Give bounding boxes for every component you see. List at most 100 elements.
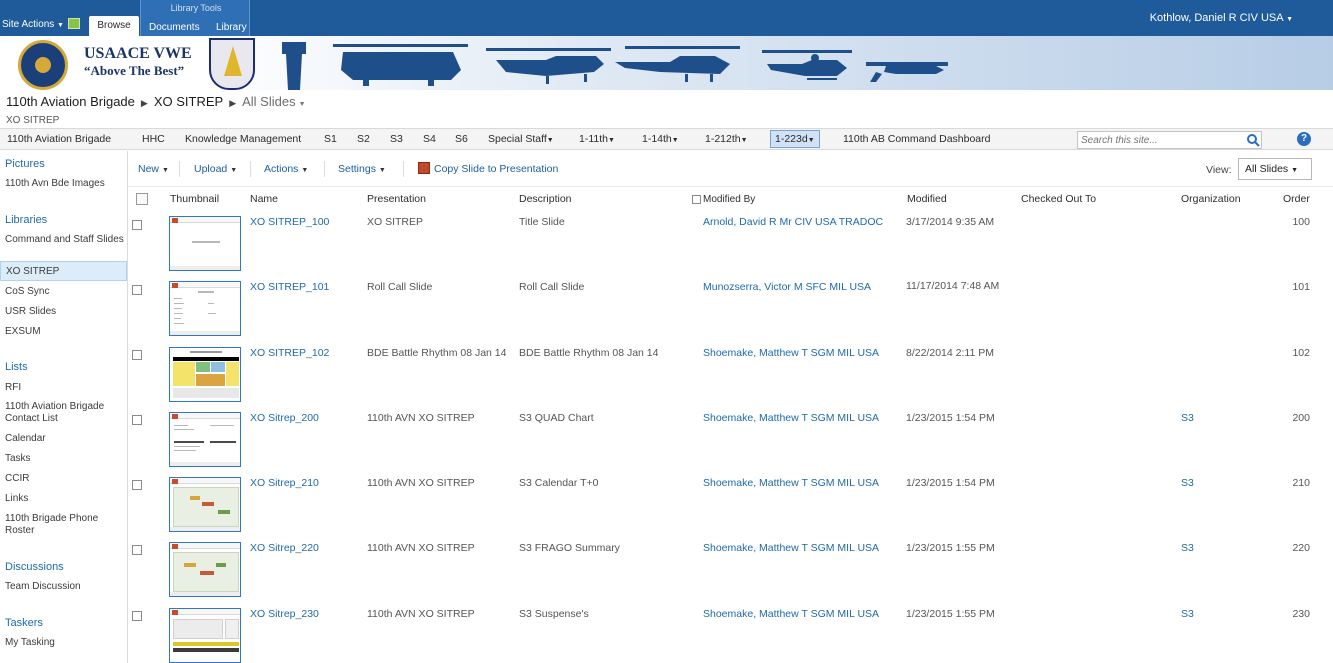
organization-link[interactable]: S3	[1181, 542, 1194, 554]
topnav-item-command-dashboard[interactable]: 110th AB Command Dashboard	[843, 133, 990, 145]
row-checkbox[interactable]	[132, 285, 142, 295]
modified-by-link[interactable]: Munozserra, Victor M SFC MIL USA	[703, 281, 871, 293]
slide-thumbnail[interactable]	[169, 281, 241, 336]
thumbnail-line	[174, 446, 200, 447]
thumbnail-line	[192, 241, 220, 243]
slide-name-link[interactable]: XO Sitrep_220	[250, 542, 319, 554]
nav-item-calendar[interactable]: Calendar	[5, 433, 127, 445]
column-filter-checkbox[interactable]	[692, 195, 701, 204]
nav-item-tasks[interactable]: Tasks	[5, 453, 127, 465]
organization-link[interactable]: S3	[1181, 477, 1194, 489]
modified-by-link[interactable]: Shoemake, Matthew T SGM MIL USA	[703, 542, 879, 554]
breadcrumb-item-view[interactable]: All Slides	[242, 94, 295, 109]
modified-by-link[interactable]: Arnold, David R Mr CIV USA TRADOC	[703, 216, 883, 228]
column-header-modified[interactable]: Modified	[907, 193, 947, 205]
column-header-checked-out-to[interactable]: Checked Out To	[1021, 193, 1096, 205]
slide-thumbnail[interactable]	[169, 216, 241, 271]
site-actions-menu[interactable]: Site Actions ▼	[2, 19, 64, 30]
breadcrumb-item-xo-sitrep[interactable]: XO SITREP	[154, 94, 223, 109]
row-checkbox[interactable]	[132, 545, 142, 555]
breadcrumb-item-brigade[interactable]: 110th Aviation Brigade	[6, 94, 135, 109]
topnav-item-brigade[interactable]: 110th Aviation Brigade	[7, 133, 111, 145]
nav-item-avn-bde-images[interactable]: 110th Avn Bde Images	[5, 178, 127, 190]
slide-name-link[interactable]: XO SITREP_100	[250, 216, 329, 228]
slide-name-link[interactable]: XO Sitrep_230	[250, 608, 319, 620]
actions-menu[interactable]: Actions ▼	[264, 163, 308, 175]
slide-thumbnail[interactable]	[169, 347, 241, 402]
nav-item-xo-sitrep[interactable]: XO SITREP	[0, 261, 127, 281]
row-checkbox[interactable]	[132, 350, 142, 360]
row-checkbox[interactable]	[132, 611, 142, 621]
slide-thumbnail[interactable]	[169, 542, 241, 597]
upload-menu[interactable]: Upload ▼	[194, 163, 237, 175]
nav-item-exsum[interactable]: EXSUM	[5, 326, 127, 338]
nav-item-contact-list[interactable]: 110th Aviation Brigade Contact List	[5, 401, 127, 425]
slide-name-link[interactable]: XO Sitrep_210	[250, 477, 319, 489]
topnav-item-s1[interactable]: S1	[324, 133, 337, 145]
nav-item-phone-roster[interactable]: 110th Brigade Phone Roster	[5, 513, 127, 537]
column-header-presentation[interactable]: Presentation	[367, 193, 426, 205]
topnav-item-hhc[interactable]: HHC	[142, 133, 165, 145]
new-menu[interactable]: New ▼	[138, 163, 169, 175]
column-header-order[interactable]: Order	[1283, 193, 1310, 205]
nav-item-rfi[interactable]: RFI	[5, 382, 127, 394]
search-icon[interactable]	[1246, 133, 1260, 147]
row-checkbox[interactable]	[132, 220, 142, 230]
nav-item-links[interactable]: Links	[5, 493, 127, 505]
nav-item-usr-slides[interactable]: USR Slides	[5, 306, 127, 318]
column-header-organization[interactable]: Organization	[1181, 193, 1241, 205]
nav-item-ccir[interactable]: CCIR	[5, 473, 127, 485]
slide-name-link[interactable]: XO SITREP_102	[250, 347, 329, 359]
topnav-item-s6[interactable]: S6	[455, 133, 468, 145]
modified-by-link[interactable]: Shoemake, Matthew T SGM MIL USA	[703, 347, 879, 359]
topnav-item-1-212th[interactable]: 1-212th▼	[705, 133, 748, 145]
topnav-item-knowledge-management[interactable]: Knowledge Management	[185, 133, 301, 145]
column-header-modified-by[interactable]: Modified By	[703, 194, 755, 205]
select-all-icon[interactable]	[136, 193, 148, 205]
nav-item-command-staff-slides[interactable]: Command and Staff Slides	[5, 234, 127, 246]
slide-thumbnail[interactable]	[169, 608, 241, 663]
view-select[interactable]: All Slides ▼	[1238, 158, 1312, 180]
modified-by-link[interactable]: Shoemake, Matthew T SGM MIL USA	[703, 608, 879, 620]
slide-thumbnail[interactable]	[169, 477, 241, 532]
organization-link[interactable]: S3	[1181, 608, 1194, 620]
topnav-item-s3[interactable]: S3	[390, 133, 403, 145]
row-checkbox[interactable]	[132, 415, 142, 425]
copy-slide-button[interactable]: Copy Slide to Presentation	[434, 163, 558, 175]
nav-item-team-discussion[interactable]: Team Discussion	[5, 581, 127, 593]
slide-thumbnail[interactable]	[169, 412, 241, 467]
nav-heading-pictures[interactable]: Pictures	[5, 158, 45, 170]
user-menu[interactable]: Kothlow, Daniel R CIV USA ▼	[1150, 12, 1293, 24]
nav-item-my-tasking[interactable]: My Tasking	[5, 637, 127, 649]
topnav-item-1-11th[interactable]: 1-11th▼	[579, 133, 615, 145]
column-header-description[interactable]: Description	[519, 193, 572, 205]
modified-by-link[interactable]: Shoemake, Matthew T SGM MIL USA	[703, 477, 879, 489]
slide-name-link[interactable]: XO Sitrep_200	[250, 412, 319, 424]
nav-heading-lists[interactable]: Lists	[5, 361, 28, 373]
topnav-item-1-14th[interactable]: 1-14th▼	[642, 133, 679, 145]
topnav-item-s2[interactable]: S2	[357, 133, 370, 145]
topnav-item-special-staff[interactable]: Special Staff▼	[488, 133, 554, 145]
topnav-item-s4[interactable]: S4	[423, 133, 436, 145]
modified-by-link[interactable]: Shoemake, Matthew T SGM MIL USA	[703, 412, 879, 424]
search-input[interactable]	[1077, 131, 1262, 149]
settings-menu[interactable]: Settings ▼	[338, 163, 386, 175]
column-header-thumbnail[interactable]: Thumbnail	[170, 193, 219, 205]
help-icon[interactable]: ?	[1297, 132, 1311, 146]
topnav-item-1-223d[interactable]: 1-223d▼	[770, 130, 820, 148]
row-checkbox[interactable]	[132, 480, 142, 490]
tab-browse[interactable]: Browse	[89, 16, 139, 36]
slide-name-link[interactable]: XO SITREP_101	[250, 281, 329, 293]
column-header-name[interactable]: Name	[250, 193, 278, 205]
modified-cell: 1/23/2015 1:54 PM	[906, 412, 995, 424]
navigate-up-icon[interactable]	[68, 18, 80, 29]
nav-item-cos-sync[interactable]: CoS Sync	[5, 286, 127, 298]
nav-heading-taskers[interactable]: Taskers	[5, 617, 43, 629]
tab-documents[interactable]: Documents	[149, 22, 200, 33]
nav-heading-discussions[interactable]: Discussions	[5, 561, 64, 573]
organization-link[interactable]: S3	[1181, 412, 1194, 424]
thumbnail-line	[174, 298, 182, 299]
tab-library[interactable]: Library	[216, 22, 247, 33]
nav-heading-libraries[interactable]: Libraries	[5, 214, 47, 226]
thumbnail-footer	[170, 266, 240, 270]
